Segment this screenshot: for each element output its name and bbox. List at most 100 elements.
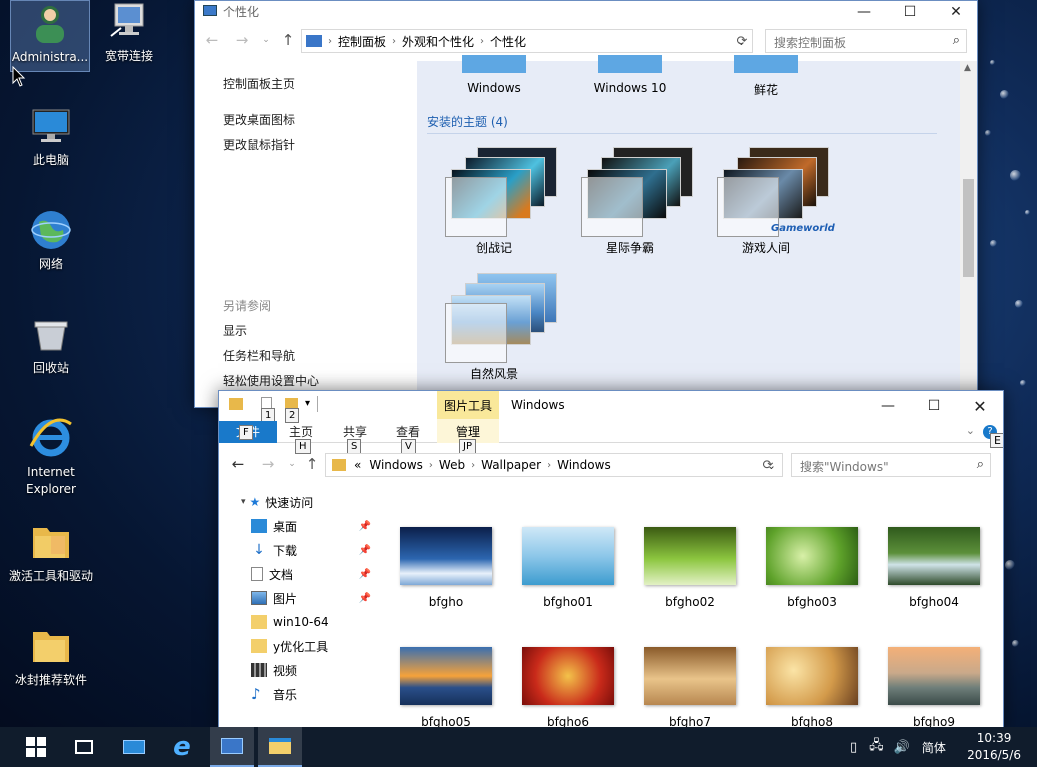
ime-indicator[interactable]: 简体	[922, 739, 946, 756]
nav-win10-64[interactable]: win10-64	[251, 611, 329, 633]
theme-windows-partial[interactable]: Windows	[419, 55, 569, 95]
search-input[interactable]: 搜索控制面板 ⌕	[765, 29, 967, 53]
nav-desktop[interactable]: 桌面 📌	[251, 515, 377, 537]
nav-documents[interactable]: 文档 📌	[251, 563, 377, 585]
file-thumbnail-item[interactable]: bfgho05	[391, 647, 501, 729]
theme-windows10-partial[interactable]: Windows 10	[555, 55, 705, 95]
volume-icon[interactable]: 🔊	[894, 740, 910, 755]
sidebar-link-mouse-pointers[interactable]: 更改鼠标指针	[223, 136, 295, 153]
minimize-button[interactable]: —	[865, 391, 911, 421]
address-bar[interactable]: › 控制面板 › 外观和个性化 › 个性化 ⌄	[301, 29, 753, 53]
title-bar[interactable]: ▾ 1 2 图片工具 Windows — ☐ ✕	[219, 391, 1003, 423]
desktop-icon-this-pc[interactable]: 此电脑	[6, 104, 96, 169]
chevron-down-icon[interactable]: ▾	[241, 497, 246, 507]
nav-videos[interactable]: 视频	[251, 659, 297, 681]
desktop-icon-activation-tools[interactable]: 激活工具和驱动	[6, 520, 96, 585]
breadcrumb-item[interactable]: Windows	[553, 458, 615, 472]
pin-icon[interactable]: 📌	[359, 569, 371, 580]
tab-view[interactable]: 查看	[396, 423, 420, 440]
sidebar-link-ease-of-access[interactable]: 轻松使用设置中心	[223, 372, 319, 389]
sidebar-link-taskbar[interactable]: 任务栏和导航	[223, 347, 295, 364]
scroll-up-arrow[interactable]: ▲	[964, 63, 971, 73]
refresh-button[interactable]: ⟳	[757, 454, 779, 476]
control-panel-icon	[306, 35, 322, 47]
pin-icon[interactable]: 📌	[359, 545, 371, 556]
taskbar-app-file-explorer[interactable]	[258, 727, 302, 767]
desktop-icon-administrator[interactable]: Administra...	[10, 0, 90, 72]
usb-device-icon[interactable]: ▯	[850, 740, 857, 755]
vertical-scrollbar[interactable]: ▲	[960, 61, 977, 407]
qat-dropdown-icon[interactable]: ▾	[305, 398, 310, 409]
maximize-button[interactable]: ☐	[911, 391, 957, 421]
file-thumbnail-item[interactable]: bfgho6	[513, 647, 623, 729]
ribbon-expand-icon[interactable]: ⌄	[966, 424, 975, 437]
network-icon[interactable]: 🖧	[869, 736, 884, 758]
back-button[interactable]: ←	[227, 453, 249, 475]
taskbar-app-ie[interactable]: e	[160, 727, 204, 767]
breadcrumb-item[interactable]: 控制面板	[334, 33, 390, 50]
sidebar-link-home[interactable]: 控制面板主页	[223, 75, 295, 92]
breadcrumb-item[interactable]: Wallpaper	[477, 458, 545, 472]
desktop-icon-label: Administra...	[11, 50, 89, 64]
theme-starcraft[interactable]: 星际争霸	[555, 143, 705, 256]
file-thumbnail-item[interactable]: bfgho	[391, 527, 501, 609]
breadcrumb-item[interactable]: 个性化	[486, 33, 530, 50]
taskbar-app-desktop[interactable]	[112, 727, 156, 767]
pin-icon[interactable]: 📌	[359, 521, 371, 532]
back-button[interactable]: ←	[201, 29, 223, 51]
nav-downloads[interactable]: ↓ 下载 📌	[251, 539, 377, 561]
file-thumbnail-item[interactable]: bfgho02	[635, 527, 745, 609]
address-bar[interactable]: « Windows › Web › Wallpaper › Windows ⌄	[325, 453, 783, 477]
desktop-icon-ie[interactable]: Internet Explorer	[6, 416, 96, 498]
folder-icon	[269, 738, 291, 754]
title-bar[interactable]: 个性化 — ☐ ✕	[195, 1, 977, 23]
desktop-icon-recycle-bin[interactable]: 回收站	[6, 312, 96, 377]
file-thumbnail-item[interactable]: bfgho8	[757, 647, 867, 729]
nav-quick-access[interactable]: ▾ ★ 快速访问	[241, 491, 379, 513]
refresh-button[interactable]: ⟳	[731, 30, 753, 52]
file-name: bfgho01	[543, 595, 593, 609]
close-button[interactable]: ✕	[933, 1, 977, 23]
pin-icon[interactable]: 📌	[359, 593, 371, 604]
nav-music[interactable]: ♪ 音乐	[251, 683, 297, 705]
up-button[interactable]: ↑	[277, 29, 299, 51]
recent-locations-icon[interactable]: ⌄	[281, 453, 303, 475]
forward-button[interactable]: →	[257, 453, 279, 475]
taskbar-app-control-panel[interactable]	[210, 727, 254, 767]
file-thumbnail-item[interactable]: bfgho03	[757, 527, 867, 609]
file-thumbnail-item[interactable]: bfgho01	[513, 527, 623, 609]
theme-tron[interactable]: 创战记	[419, 143, 569, 256]
maximize-button[interactable]: ☐	[887, 1, 933, 23]
minimize-button[interactable]: —	[841, 1, 887, 23]
clock[interactable]: 10:39 2016/5/6	[967, 730, 1021, 764]
sidebar-link-display[interactable]: 显示	[223, 322, 247, 339]
breadcrumb-overflow[interactable]: «	[350, 458, 365, 472]
sidebar-link-desktop-icons[interactable]: 更改桌面图标	[223, 111, 295, 128]
recent-locations-icon[interactable]: ⌄	[255, 29, 277, 51]
tab-home[interactable]: 主页	[289, 423, 313, 440]
start-button[interactable]	[14, 727, 58, 767]
desktop-icon-recommended-software[interactable]: 冰封推荐软件	[6, 624, 96, 689]
up-button[interactable]: ↑	[301, 453, 323, 475]
theme-nature[interactable]: 自然风景	[419, 269, 569, 382]
nav-optimization-tools[interactable]: y优化工具	[251, 635, 328, 657]
task-view-button[interactable]	[62, 727, 106, 767]
theme-gameworld[interactable]: Gameworld 游戏人间	[691, 143, 841, 256]
file-thumbnail-item[interactable]: bfgho9	[879, 647, 989, 729]
search-placeholder: 搜索控制面板	[774, 36, 847, 50]
desktop-icon-network[interactable]: 网络	[6, 208, 96, 273]
nav-pictures[interactable]: 图片 📌	[251, 587, 377, 609]
breadcrumb-item[interactable]: Web	[435, 458, 469, 472]
search-input[interactable]: 搜索"Windows" ⌕	[791, 453, 991, 477]
desktop-icon	[251, 519, 267, 533]
scrollbar-thumb[interactable]	[963, 179, 974, 277]
breadcrumb-item[interactable]: 外观和个性化	[398, 33, 478, 50]
breadcrumb-item[interactable]: Windows	[365, 458, 427, 472]
tab-share[interactable]: 共享	[343, 423, 367, 440]
file-thumbnail-item[interactable]: bfgho7	[635, 647, 745, 729]
theme-flowers-partial[interactable]: 鲜花	[691, 55, 841, 98]
file-thumbnail-item[interactable]: bfgho04	[879, 527, 989, 609]
forward-button[interactable]: →	[231, 29, 253, 51]
close-button[interactable]: ✕	[957, 391, 1003, 421]
desktop-icon-broadband[interactable]: 宽带连接	[84, 0, 174, 65]
